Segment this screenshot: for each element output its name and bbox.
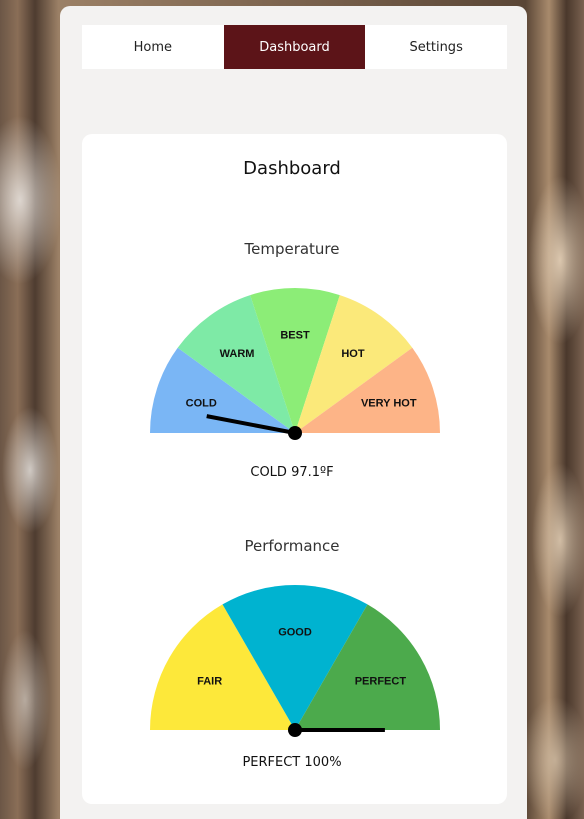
tab-home[interactable]: Home bbox=[82, 25, 224, 69]
temperature-gauge: COLD WARM BEST HOT VERY HOT bbox=[150, 288, 440, 440]
page-title: Dashboard bbox=[243, 158, 341, 179]
gauge-label-best: BEST bbox=[280, 329, 310, 341]
performance-reading: PERFECT 100% bbox=[242, 755, 342, 770]
gauge-label-hot: HOT bbox=[341, 348, 365, 360]
top-nav: Home Dashboard Settings bbox=[82, 25, 507, 69]
gauge-label-warm: WARM bbox=[220, 348, 255, 360]
temperature-reading: COLD 97.1ºF bbox=[250, 465, 334, 480]
gauge-label-cold: COLD bbox=[186, 398, 217, 410]
tab-dashboard[interactable]: Dashboard bbox=[223, 25, 366, 69]
gauge-label-fair: FAIR bbox=[197, 676, 222, 688]
performance-title: Performance bbox=[244, 537, 340, 555]
gauge-label-very-hot: VERY HOT bbox=[361, 398, 417, 410]
tab-settings[interactable]: Settings bbox=[365, 25, 507, 69]
gauge-needle-hub bbox=[288, 426, 302, 440]
gauge-needle-hub bbox=[288, 723, 302, 737]
performance-gauge: FAIR GOOD PERFECT bbox=[150, 585, 440, 737]
gauge-label-perfect: PERFECT bbox=[355, 676, 407, 688]
temperature-title: Temperature bbox=[244, 240, 340, 258]
gauge-label-good: GOOD bbox=[278, 626, 312, 638]
